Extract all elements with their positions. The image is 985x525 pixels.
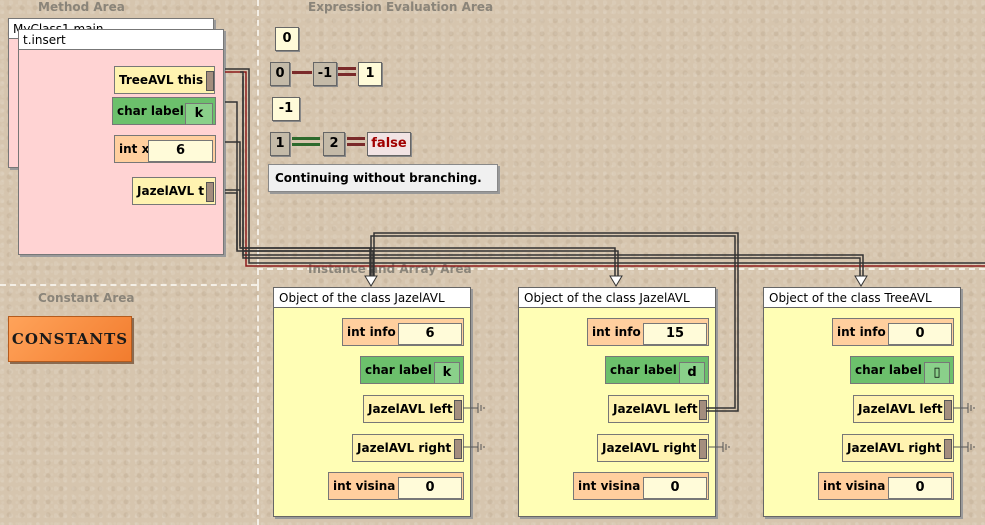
null-ground-obj1-right: [463, 442, 485, 452]
wire-this-red-outline: [225, 68, 985, 264]
wire-frame-side: [225, 101, 238, 250]
null-ground-obj2-right: [708, 442, 730, 452]
null-ground-obj1-left: [463, 403, 485, 413]
arrowhead-treeavl: [854, 275, 868, 287]
arrowhead-obj1: [364, 275, 378, 287]
wire-this-to-treeavl: [240, 71, 861, 278]
wire-obj2-left-to-obj1-2: [373, 232, 739, 412]
reference-wires: [225, 68, 985, 452]
wire-this-red: [225, 71, 985, 267]
arrowhead-obj2: [609, 275, 623, 287]
null-ground-treeavl-left: [953, 403, 975, 413]
null-ground-treeavl-right: [953, 442, 975, 452]
wire-obj2-left-to-obj1: [370, 235, 736, 409]
